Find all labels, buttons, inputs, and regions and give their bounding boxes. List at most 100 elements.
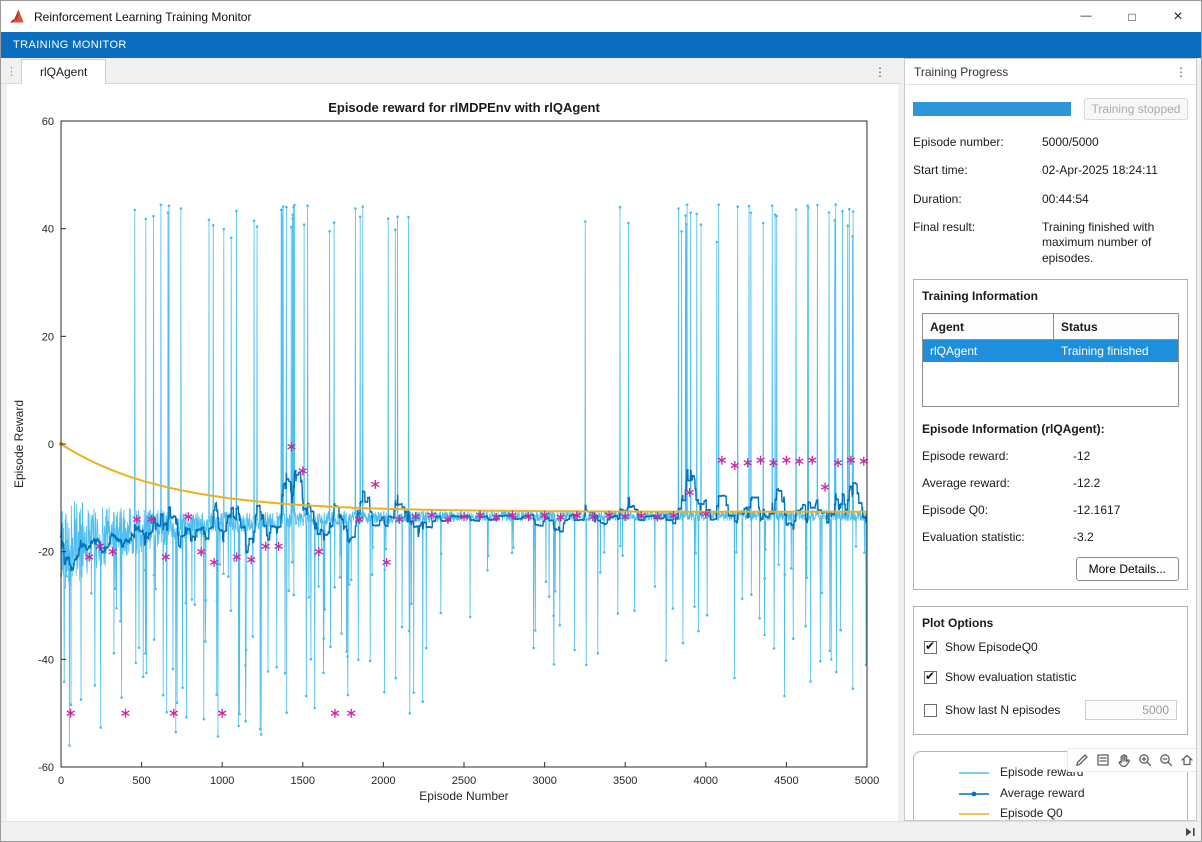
summary-row-label: Episode number:	[913, 135, 1042, 150]
legend-marker-icon	[956, 786, 992, 801]
svg-text:3500: 3500	[613, 775, 637, 787]
svg-text:-40: -40	[38, 654, 54, 666]
svg-text:Episode reward for rlMDPEnv wi: Episode reward for rlMDPEnv with rlQAgen…	[328, 100, 600, 115]
table-cell-status: Training finished	[1053, 340, 1178, 362]
title-bar: Reinforcement Learning Training Monitor …	[1, 1, 1201, 32]
checkbox[interactable]: ✔	[924, 641, 937, 654]
svg-text:0: 0	[58, 775, 64, 787]
pan-icon[interactable]	[1113, 751, 1134, 769]
svg-text:20: 20	[42, 331, 54, 343]
panel-header: Training Progress ⋮	[905, 59, 1196, 85]
progress-fill	[913, 102, 1071, 116]
progress-row: Training stopped	[913, 98, 1188, 120]
summary-row-value: 5000/5000	[1042, 135, 1188, 150]
svg-text:500: 500	[132, 775, 150, 787]
legend-entry: Episode Q0	[956, 806, 1183, 821]
legend-entry: Average reward	[956, 786, 1183, 802]
maximize-button[interactable]: □	[1109, 1, 1155, 32]
training-stopped-button: Training stopped	[1084, 98, 1188, 120]
svg-text:Episode Number: Episode Number	[419, 789, 508, 803]
svg-text:2500: 2500	[452, 775, 476, 787]
episode-info-label: Episode Q0:	[922, 503, 1073, 517]
summary-row: Duration:00:44:54	[913, 192, 1188, 207]
summary-row-value: 00:44:54	[1042, 192, 1188, 207]
toolstrip-ribbon: TRAINING MONITOR	[1, 32, 1201, 58]
horizontal-scrollbar[interactable]	[1, 821, 1201, 841]
legend-entry-label: Average reward	[1000, 786, 1085, 802]
minimize-button[interactable]: —	[1063, 1, 1109, 32]
episode-info-row: Evaluation statistic:-3.2	[922, 530, 1179, 544]
figure-panel-menu-icon[interactable]: ⋮	[874, 65, 886, 83]
episode-info-value: -3.2	[1073, 530, 1094, 544]
svg-text:40: 40	[42, 224, 54, 236]
section-title: Training Information	[922, 289, 1179, 303]
check-icon: ✔	[925, 669, 935, 683]
more-details-button[interactable]: More Details...	[1076, 557, 1179, 581]
close-icon: ×	[1173, 9, 1182, 25]
svg-text:4500: 4500	[774, 775, 798, 787]
app-window: Reinforcement Learning Training Monitor …	[0, 0, 1202, 842]
svg-text:-60: -60	[38, 762, 54, 774]
episode-info-value: -12	[1073, 449, 1090, 463]
plot-option-label: Show EpisodeQ0	[945, 640, 1038, 654]
episode-info-row: Episode reward:-12	[922, 449, 1179, 463]
episode-info-value: -12.1617	[1073, 503, 1120, 517]
plot-option-row: ✔ Show EpisodeQ0	[924, 640, 1177, 654]
svg-text:1500: 1500	[291, 775, 315, 787]
svg-text:Episode Reward: Episode Reward	[12, 400, 26, 488]
maximize-icon: □	[1128, 11, 1135, 23]
drag-grip-icon[interactable]: ⋮	[1, 65, 21, 83]
summary-row-value: Training finished with maximum number of…	[1042, 220, 1188, 266]
svg-text:-20: -20	[38, 547, 54, 559]
summary-row: Episode number:5000/5000	[913, 135, 1188, 150]
section-title: Plot Options	[922, 616, 1179, 630]
legend-entry-label: Episode Q0	[1000, 806, 1063, 821]
plot-option-row: Show last N episodes	[924, 700, 1177, 720]
svg-text:4000: 4000	[694, 775, 718, 787]
check-icon: ✔	[925, 639, 935, 653]
plot-options-section: Plot Options ✔ Show EpisodeQ0 ✔Show evalua…	[913, 606, 1188, 735]
episode-info-row: Episode Q0:-12.1617	[922, 503, 1179, 517]
summary-row-label: Start time:	[913, 163, 1042, 178]
figure-tab-strip: ⋮ rlQAgent ⋮	[1, 58, 902, 84]
plot-options-rows: ✔ Show EpisodeQ0 ✔Show evaluation statisti…	[922, 640, 1179, 720]
axes-toolbar	[1067, 748, 1197, 772]
tab-training-monitor[interactable]: TRAINING MONITOR	[1, 39, 139, 51]
zoom-out-icon[interactable]	[1155, 751, 1176, 769]
summary-row-label: Final result:	[913, 220, 1042, 266]
chart-legend: Episode rewardAverage rewardEpisode Q0Ev…	[913, 751, 1188, 821]
zoom-in-icon[interactable]	[1134, 751, 1155, 769]
plot-option-row: ✔Show evaluation statistic	[924, 670, 1177, 684]
panel-body: Training stopped Episode number:5000/500…	[905, 85, 1196, 821]
episode-info-value: -12.2	[1073, 476, 1100, 490]
matlab-logo-icon	[10, 9, 27, 24]
agent-status-table: Agent Status rlQAgent Training finished	[922, 313, 1179, 407]
summary-row-value: 02-Apr-2025 18:24:11	[1042, 163, 1188, 178]
table-row[interactable]: rlQAgent Training finished	[923, 340, 1178, 362]
last-n-episodes-input	[1085, 700, 1177, 720]
episode-info-label: Average reward:	[922, 476, 1073, 490]
window-controls: — □ ×	[1063, 1, 1201, 32]
training-progress-bar	[913, 102, 1071, 116]
datatip-icon[interactable]	[1092, 751, 1113, 769]
scrollbar-arrow-icon[interactable]	[1182, 825, 1198, 839]
checkbox[interactable]: ✔	[924, 671, 937, 684]
checkbox[interactable]	[924, 704, 937, 717]
summary-row: Start time:02-Apr-2025 18:24:11	[913, 163, 1188, 178]
episode-info-row: Average reward:-12.2	[922, 476, 1179, 490]
legend-marker-icon	[956, 765, 992, 780]
table-header-status: Status	[1053, 314, 1178, 339]
figure-panel: 0500100015002000250030003500400045005000…	[7, 84, 898, 821]
svg-text:3000: 3000	[532, 775, 556, 787]
table-empty-area	[923, 362, 1178, 406]
panel-title: Training Progress	[914, 65, 1008, 79]
tab-rlqagent-label: rlQAgent	[40, 65, 87, 79]
brush-icon[interactable]	[1071, 751, 1092, 769]
panel-menu-icon[interactable]: ⋮	[1175, 65, 1187, 79]
window-title: Reinforcement Learning Training Monitor	[34, 10, 251, 24]
table-cell-agent: rlQAgent	[923, 340, 1053, 362]
summary-row-label: Duration:	[913, 192, 1042, 207]
close-button[interactable]: ×	[1155, 1, 1201, 32]
tab-rlqagent[interactable]: rlQAgent	[21, 59, 106, 84]
restore-view-icon[interactable]	[1176, 751, 1197, 769]
